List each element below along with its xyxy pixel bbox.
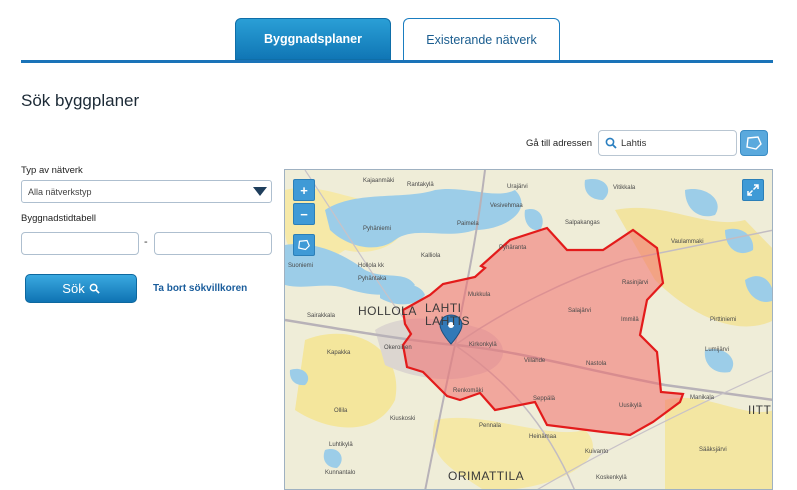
network-type-label: Typ av nätverk bbox=[21, 165, 83, 176]
map-place: Manikala bbox=[690, 395, 715, 401]
date-to-input[interactable] bbox=[154, 232, 272, 255]
tab-existerande-natverk[interactable]: Existerande nätverk bbox=[403, 18, 560, 60]
map-place: Rasinjärvi bbox=[622, 280, 649, 286]
fullscreen-button[interactable] bbox=[742, 179, 764, 201]
map-draw-polygon-button[interactable] bbox=[293, 234, 315, 256]
map-place: Paimela bbox=[457, 221, 479, 227]
map-place: Vaulammaki bbox=[671, 239, 704, 245]
map-label-lahtis: LAHTIS bbox=[425, 314, 471, 328]
map-place: Okeroinen bbox=[384, 345, 412, 351]
draw-polygon-button[interactable] bbox=[740, 130, 768, 156]
zoom-in-button[interactable]: + bbox=[293, 179, 315, 201]
map-place: Rantakylä bbox=[407, 182, 434, 188]
map-place: Villähde bbox=[524, 358, 546, 364]
map-place: Luhtikylä bbox=[329, 442, 353, 448]
map-place: Salpakangas bbox=[565, 220, 600, 226]
map-place: Mukkula bbox=[468, 292, 491, 298]
date-from-input[interactable] bbox=[21, 232, 139, 255]
tab-bar: Byggnadsplaner Existerande nätverk bbox=[0, 0, 797, 64]
map-label-orimattila: ORIMATTILA bbox=[448, 469, 525, 483]
map-place: Kapakka bbox=[327, 350, 351, 356]
map-place: Vitikkala bbox=[613, 185, 636, 191]
map-place: Kunnantalo bbox=[325, 470, 356, 476]
map-place: Kirkonkylä bbox=[469, 342, 497, 348]
map-place: Heinämaa bbox=[529, 434, 557, 440]
map-place: Hollola kk bbox=[358, 263, 385, 269]
map-place: Pyhäniemi bbox=[363, 226, 392, 232]
network-type-select[interactable]: Alla nätverkstyp bbox=[21, 180, 272, 203]
map-place: Seppälä bbox=[533, 396, 556, 402]
network-type-value: Alla nätverkstyp bbox=[28, 186, 92, 197]
expand-icon bbox=[747, 184, 759, 196]
chevron-down-icon bbox=[253, 187, 267, 196]
clear-filters-link[interactable]: Ta bort sökvillkoren bbox=[153, 283, 247, 294]
map-place: Vesivehmaa bbox=[490, 203, 523, 209]
map-place: Pyhäntaka bbox=[358, 276, 387, 282]
map-place: Koskenkylä bbox=[596, 475, 627, 481]
map-place: Uusikylä bbox=[619, 403, 642, 409]
map-place: Suoniemi bbox=[288, 263, 314, 269]
map-place: Kiuskoski bbox=[390, 416, 416, 422]
map-label-iitti: IITTI bbox=[748, 403, 773, 417]
timetable-label: Byggnadstidtabell bbox=[21, 213, 96, 224]
map-place: Renkomäki bbox=[453, 388, 484, 394]
map-label-lahti: LAHTI bbox=[425, 301, 462, 315]
map-place: Kuivanto bbox=[585, 449, 609, 455]
search-icon bbox=[89, 283, 100, 294]
address-input[interactable]: Lahtis bbox=[598, 130, 737, 156]
map-place: Kajaanmäki bbox=[363, 178, 395, 184]
zoom-out-button[interactable]: − bbox=[293, 203, 315, 225]
map-place: Kalliola bbox=[421, 253, 441, 259]
map-place: Sairakkala bbox=[307, 313, 336, 319]
map-place: Nastola bbox=[586, 361, 607, 367]
map-label-hollola: HOLLOLA bbox=[358, 304, 417, 318]
map-place: Lumijärvi bbox=[705, 347, 730, 353]
map-place: Pyhäranta bbox=[499, 245, 527, 251]
map-place: Urajärvi bbox=[507, 184, 528, 190]
polygon-icon bbox=[298, 239, 310, 251]
map-place: Immilä bbox=[621, 317, 639, 323]
map-base bbox=[285, 170, 772, 489]
search-icon bbox=[605, 137, 617, 149]
tab-divider bbox=[21, 60, 773, 63]
date-separator: - bbox=[144, 236, 148, 248]
search-button-label: Sök bbox=[62, 281, 85, 296]
map-place: Pirttiniemi bbox=[710, 317, 737, 323]
map-place: Pennala bbox=[479, 423, 502, 429]
address-value: Lahtis bbox=[621, 137, 647, 149]
map-place: Salajärvi bbox=[568, 308, 592, 314]
map-view[interactable]: + − HOLLOLA LAHTI LAHTIS ORIMATTILA IITT… bbox=[284, 169, 773, 490]
tab-byggnadsplaner[interactable]: Byggnadsplaner bbox=[235, 18, 391, 60]
map-place: Ollila bbox=[334, 408, 348, 414]
address-label: Gå till adressen bbox=[526, 138, 593, 149]
polygon-icon bbox=[746, 136, 762, 150]
search-button[interactable]: Sök bbox=[25, 274, 137, 303]
page-title: Sök byggplaner bbox=[21, 91, 140, 110]
map-place: Sääksjärvi bbox=[699, 447, 727, 453]
